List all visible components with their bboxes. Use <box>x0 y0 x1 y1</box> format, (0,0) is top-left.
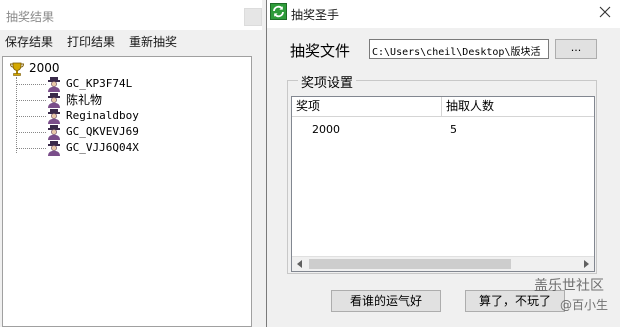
column-header-count[interactable]: 抽取人数 <box>442 97 594 117</box>
refresh-icon <box>270 3 287 20</box>
prize-cell[interactable]: 2000 <box>312 123 340 136</box>
results-titlebar[interactable]: 抽奖结果 <box>0 0 262 30</box>
tree-item[interactable]: GC_VJJ6Q04X <box>16 140 236 156</box>
watermark-subtext: @百小生 <box>560 298 609 312</box>
horizontal-scrollbar[interactable] <box>292 256 594 271</box>
browse-button[interactable]: ... <box>555 39 597 59</box>
winner-label: GC_VJJ6Q04X <box>66 141 139 154</box>
watermark-text: 盖乐世社区 <box>534 278 604 294</box>
winner-label: GC_QKVEVJ69 <box>66 125 139 138</box>
file-label: 抽奖文件 <box>290 42 351 60</box>
user-icon <box>48 141 60 156</box>
winner-label: Reginaldboy <box>66 109 139 122</box>
menu-redraw[interactable]: 重新抽奖 <box>129 33 177 50</box>
tree-item[interactable]: GC_QKVEVJ69 <box>16 124 236 140</box>
user-icon <box>48 125 60 140</box>
results-menubar: 保存结果 打印结果 重新抽奖 <box>0 30 262 52</box>
tree-connector <box>16 100 46 101</box>
prize-settings-title: 奖项设置 <box>298 72 357 91</box>
menu-print-results[interactable]: 打印结果 <box>67 33 115 50</box>
winner-label: 陈礼物 <box>66 93 103 107</box>
tree-connector <box>16 116 46 117</box>
tree-connector <box>16 132 46 133</box>
scrollbar-thumb[interactable] <box>309 259 511 269</box>
tree-connector <box>16 148 46 149</box>
lottery-titlebar[interactable]: 抽奖圣手 <box>267 0 620 28</box>
results-window: 抽奖结果 保存结果 打印结果 重新抽奖 2000 GC_KP3F74L 陈礼物 <box>0 0 262 327</box>
user-icon <box>48 109 60 124</box>
user-icon <box>48 77 60 92</box>
close-icon[interactable] <box>597 4 613 20</box>
tree-item[interactable]: GC_KP3F74L <box>16 76 236 92</box>
count-cell[interactable]: 5 <box>450 123 457 136</box>
user-icon <box>48 93 60 108</box>
tree-connector <box>16 84 46 85</box>
window-control-button[interactable] <box>244 8 262 26</box>
scroll-right-icon[interactable] <box>578 257 594 271</box>
tree-item[interactable]: 陈礼物 <box>16 92 236 108</box>
tree-root-label: 2000 <box>29 61 60 75</box>
column-header-prize[interactable]: 奖项 <box>292 97 442 117</box>
draw-button[interactable]: 看谁的运气好 <box>331 290 441 312</box>
menu-save-results[interactable]: 保存结果 <box>5 33 53 50</box>
prize-list[interactable]: 奖项 抽取人数 2000 5 <box>291 96 595 272</box>
lottery-window-title: 抽奖圣手 <box>291 8 340 22</box>
prize-list-header: 奖项 抽取人数 <box>292 97 594 117</box>
tree-item[interactable]: Reginaldboy <box>16 108 236 124</box>
winner-label: GC_KP3F74L <box>66 77 133 90</box>
trophy-icon <box>10 62 24 76</box>
results-window-title: 抽奖结果 <box>6 10 55 24</box>
results-tree[interactable]: 2000 GC_KP3F74L 陈礼物 Reginaldboy GC_QKVEV… <box>2 56 252 327</box>
scroll-left-icon[interactable] <box>292 257 308 271</box>
file-path-input[interactable]: C:\Users\cheil\Desktop\版块活 <box>369 39 549 59</box>
